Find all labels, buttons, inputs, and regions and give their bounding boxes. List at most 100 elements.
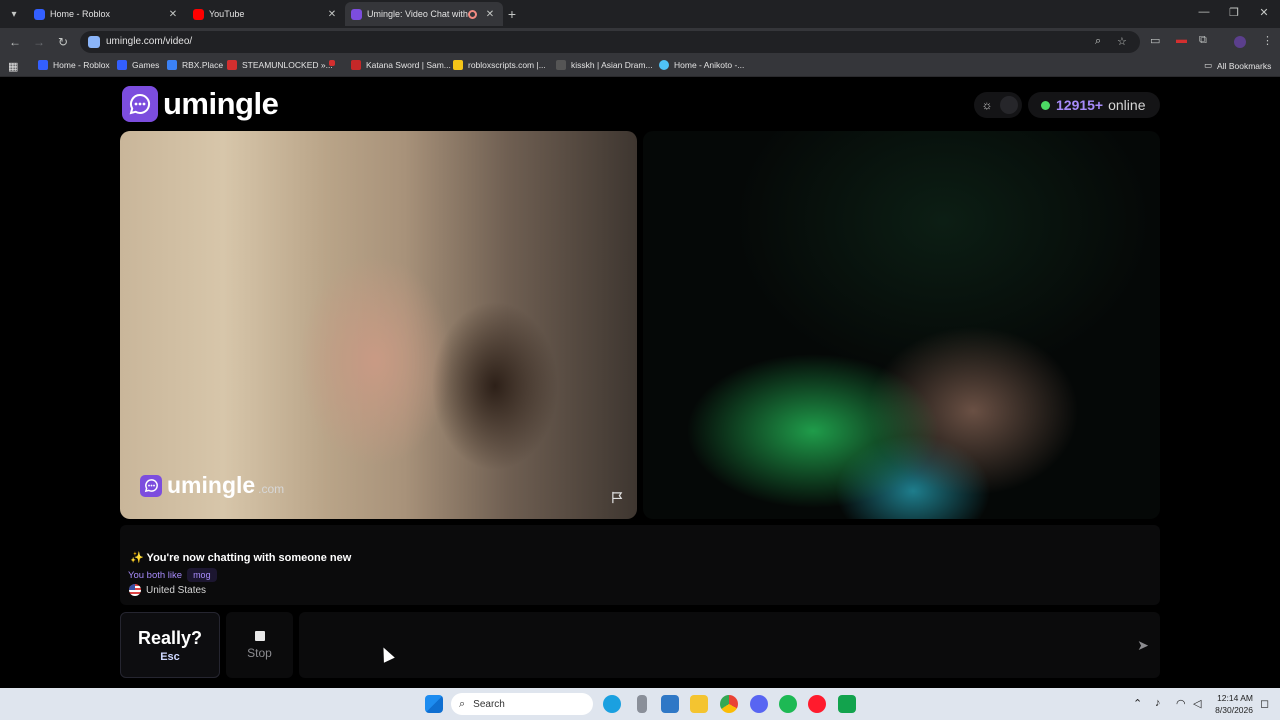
windows-taskbar: ⌕ Search ⌃ ♪ ◠ ◁ 12:14 AM 8/30/2026 ◻: [0, 688, 1280, 720]
stranger-country: United States: [129, 584, 206, 596]
watermark-text: umingle: [167, 472, 256, 498]
bookmark-star-icon[interactable]: ☆: [1117, 35, 1127, 48]
opera-icon[interactable]: [808, 695, 826, 713]
address-url[interactable]: umingle.com/video/: [106, 36, 192, 47]
chrome-icon[interactable]: [720, 695, 738, 713]
windows-start-icon[interactable]: [425, 695, 443, 713]
tab-youtube[interactable]: YouTube ✕: [187, 2, 345, 26]
minimize-icon[interactable]: —: [1196, 6, 1212, 18]
extension-icon[interactable]: ▭: [1150, 34, 1160, 47]
chat-message-input[interactable]: [299, 612, 1160, 678]
send-arrow-icon[interactable]: ➤: [1135, 637, 1151, 653]
extension-red-icon[interactable]: ▬: [1176, 34, 1187, 46]
sun-icon: ☼: [981, 98, 993, 112]
tab-home-roblox[interactable]: Home - Roblox ✕: [28, 2, 186, 26]
file-explorer-icon[interactable]: [690, 695, 708, 713]
bookmark-anikoto[interactable]: Home - Anikoto -...: [659, 60, 744, 70]
umingle-logo[interactable]: umingle: [122, 86, 279, 122]
all-bookmarks[interactable]: ▭ All Bookmarks: [1204, 60, 1271, 71]
stop-label: Stop: [247, 645, 272, 660]
online-label: online: [1108, 97, 1146, 113]
self-video: [643, 131, 1160, 519]
bookmark-katana-sword[interactable]: Katana Sword | Sam...: [351, 60, 451, 70]
online-counter: 12915+ online: [1028, 92, 1160, 118]
bookmark-kisskh[interactable]: kisskh | Asian Dram...: [556, 60, 653, 70]
zoom-icon[interactable]: ⌕: [1095, 35, 1101, 48]
tab-title: Home - Roblox: [50, 9, 111, 19]
anikoto-icon: [659, 60, 669, 70]
online-count: 12915+: [1056, 97, 1104, 113]
wifi-icon[interactable]: ◠: [1176, 697, 1186, 710]
theme-toggle[interactable]: ☼: [974, 92, 1022, 118]
more-menu-icon[interactable]: ⋮: [1262, 34, 1273, 47]
chat-info-panel: ✨ You're now chatting with someone new Y…: [120, 525, 1160, 605]
site-camera-icon[interactable]: [88, 36, 100, 48]
shared-interests: You both like mog: [128, 568, 217, 582]
umingle-page: umingle ☼ 12915+ online umingle .com ✨ Y…: [0, 78, 1280, 688]
new-tab-plus-icon[interactable]: +: [503, 5, 521, 23]
apps-grid-icon[interactable]: ▦: [8, 60, 18, 73]
restore-icon[interactable]: ❐: [1226, 6, 1242, 19]
bookmarks-bar: ▦ Home - Roblox Games RBX.Place STEAMUNL…: [0, 56, 1280, 77]
close-tab-icon[interactable]: ✕: [325, 7, 339, 21]
stop-square-icon: [254, 630, 265, 641]
watermark-tld: .com: [258, 481, 285, 496]
microphone-icon[interactable]: ♪: [1155, 697, 1161, 709]
interest-tag: mog: [187, 568, 217, 582]
address-bar[interactable]: umingle.com/video/ ⌕ ☆: [80, 31, 1140, 53]
recording-indicator-icon: [468, 9, 477, 19]
bookmark-rbx-place[interactable]: RBX.Place: [167, 60, 223, 70]
taskbar-search[interactable]: ⌕ Search: [451, 693, 593, 715]
logo-text: umingle: [163, 86, 279, 121]
browser-toolbar: ← → ↻ umingle.com/video/ ⌕ ☆ ▭ ▬ ⧉ ⋮: [0, 28, 1280, 56]
roblox-icon: [38, 60, 48, 70]
taskbar-search-placeholder: Search: [473, 698, 505, 710]
close-tab-icon[interactable]: ✕: [166, 7, 180, 21]
bookmark-games[interactable]: Games: [117, 60, 159, 70]
volume-icon[interactable]: ◁: [1193, 697, 1201, 710]
close-window-icon[interactable]: ✕: [1256, 6, 1272, 19]
stop-button[interactable]: Stop: [226, 612, 293, 678]
extensions-puzzle-icon[interactable]: ⧉: [1199, 34, 1207, 47]
chat-bubble-logo-icon: [122, 86, 158, 122]
discord-icon[interactable]: [750, 695, 768, 713]
back-arrow-icon[interactable]: ←: [7, 34, 23, 50]
skip-esc-button[interactable]: Really? Esc: [120, 612, 220, 678]
recorder-app-icon[interactable]: [838, 695, 856, 713]
tab-title: Umingle: Video Chat with S: [367, 9, 468, 19]
forward-arrow-icon[interactable]: →: [31, 34, 47, 50]
red-bookmark-icon: [329, 60, 335, 66]
tab-title: YouTube: [209, 9, 245, 19]
katana-icon: [351, 60, 361, 70]
bookmark-unnamed[interactable]: [329, 60, 340, 66]
taskbar-clock[interactable]: 12:14 AM 8/30/2026: [1211, 692, 1253, 716]
bookmark-home-roblox[interactable]: Home - Roblox: [38, 60, 110, 70]
clock-time: 12:14 AM: [1217, 693, 1253, 703]
bookmark-robloxscripts[interactable]: robloxscripts.com |...: [453, 60, 546, 70]
reload-icon[interactable]: ↻: [55, 34, 71, 50]
tab-search-chevron-icon[interactable]: ▾: [4, 4, 24, 24]
spotify-icon[interactable]: [779, 695, 797, 713]
report-flag-icon[interactable]: [611, 491, 625, 505]
new-chat-message: ✨ You're now chatting with someone new: [130, 552, 352, 564]
mouse-app-icon[interactable]: [637, 695, 647, 713]
profile-avatar[interactable]: [1234, 36, 1246, 48]
kisskh-icon: [556, 60, 566, 70]
tray-chevron-icon[interactable]: ⌃: [1133, 697, 1142, 710]
edge-icon[interactable]: [603, 695, 621, 713]
close-tab-icon[interactable]: ✕: [483, 7, 497, 21]
roblox-icon: [117, 60, 127, 70]
bookmark-steamunlocked[interactable]: STEAMUNLOCKED »...: [227, 60, 333, 70]
youtube-favicon-icon: [193, 8, 204, 20]
skip-confirm-label: Really?: [137, 627, 203, 648]
tab-umingle[interactable]: Umingle: Video Chat with S ✕: [345, 2, 503, 26]
chat-bubble-watermark-icon: [140, 474, 162, 497]
notifications-bell-icon[interactable]: ◻: [1260, 697, 1269, 710]
photos-icon[interactable]: [661, 695, 679, 713]
country-label: United States: [146, 584, 207, 596]
stranger-video: umingle .com: [120, 131, 637, 519]
online-status-dot-icon: [1041, 100, 1050, 110]
roblox-favicon-icon: [34, 8, 45, 20]
umingle-watermark: umingle .com: [140, 472, 284, 499]
search-icon: ⌕: [459, 697, 466, 710]
